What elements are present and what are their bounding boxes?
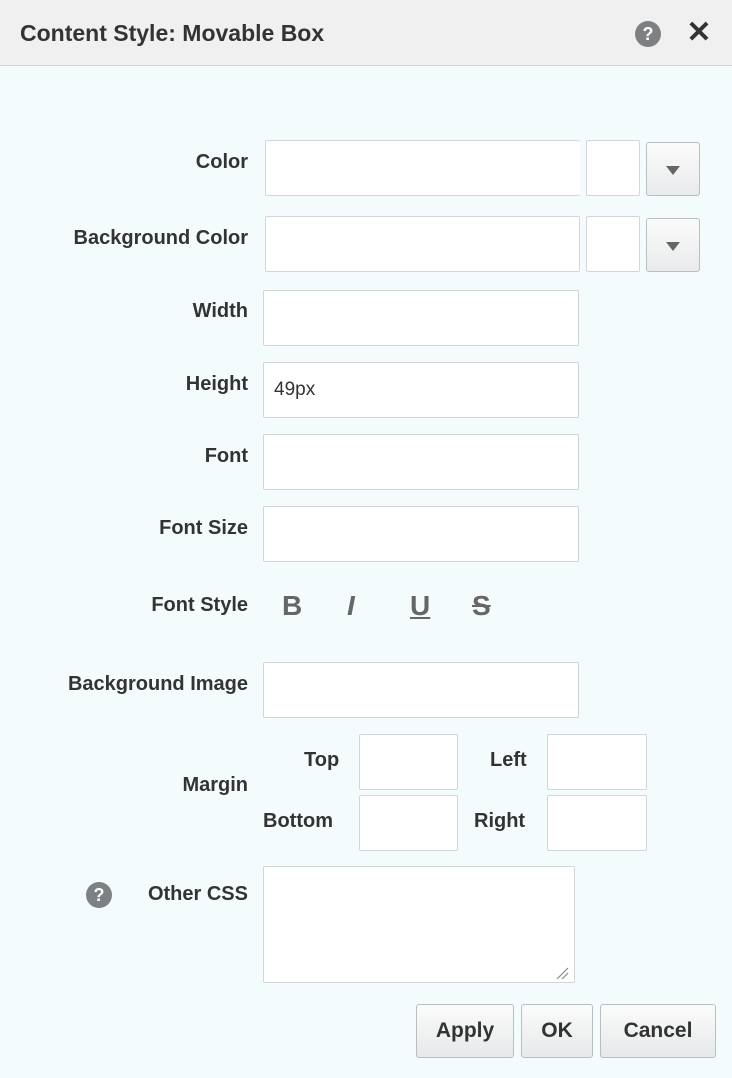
underline-icon[interactable]: U xyxy=(410,590,430,622)
background-image-label: Background Image xyxy=(67,673,248,695)
chevron-down-icon xyxy=(666,166,680,175)
margin-label: Margin xyxy=(182,774,248,796)
dialog-title: Content Style: Movable Box xyxy=(20,20,325,46)
font-size-input[interactable] xyxy=(263,506,579,562)
dialog-titlebar: Content Style: Movable Box ? ✕ xyxy=(0,0,732,66)
color-swatch xyxy=(586,140,640,196)
apply-button[interactable]: Apply xyxy=(416,1004,514,1058)
font-input[interactable] xyxy=(263,434,579,490)
resize-grip-icon[interactable] xyxy=(555,966,569,980)
margin-left-input[interactable] xyxy=(547,734,647,790)
help-icon[interactable]: ? xyxy=(86,882,112,908)
font-style-label: Font Style xyxy=(151,594,248,616)
color-input[interactable] xyxy=(265,140,580,196)
other-css-textarea[interactable] xyxy=(263,866,575,983)
ok-button[interactable]: OK xyxy=(521,1004,593,1058)
width-label: Width xyxy=(192,300,248,322)
margin-bottom-input[interactable] xyxy=(359,795,458,851)
background-color-input[interactable] xyxy=(265,216,580,272)
margin-bottom-label: Bottom xyxy=(263,810,333,832)
height-label: Height xyxy=(185,373,248,395)
color-label: Color xyxy=(195,151,248,173)
width-input[interactable] xyxy=(263,290,579,346)
margin-top-input[interactable] xyxy=(359,734,458,790)
cancel-button[interactable]: Cancel xyxy=(600,1004,716,1058)
font-label: Font xyxy=(204,445,248,467)
background-color-dropdown-button[interactable] xyxy=(646,218,700,272)
margin-right-label: Right xyxy=(474,810,526,832)
help-icon[interactable]: ? xyxy=(635,21,661,47)
other-css-label: Other CSS xyxy=(147,883,248,905)
strikethrough-icon[interactable]: S xyxy=(472,590,491,622)
background-color-swatch xyxy=(586,216,640,272)
margin-top-label: Top xyxy=(304,749,340,771)
italic-icon[interactable]: I xyxy=(347,590,355,622)
margin-right-input[interactable] xyxy=(547,795,647,851)
margin-left-label: Left xyxy=(490,749,527,771)
close-icon[interactable]: ✕ xyxy=(684,16,714,50)
background-color-label: Background Color xyxy=(73,227,248,249)
bold-icon[interactable]: B xyxy=(282,590,302,622)
height-input[interactable] xyxy=(263,362,579,418)
font-size-label: Font Size xyxy=(159,517,248,539)
chevron-down-icon xyxy=(666,242,680,251)
background-image-input[interactable] xyxy=(263,662,579,718)
color-dropdown-button[interactable] xyxy=(646,142,700,196)
